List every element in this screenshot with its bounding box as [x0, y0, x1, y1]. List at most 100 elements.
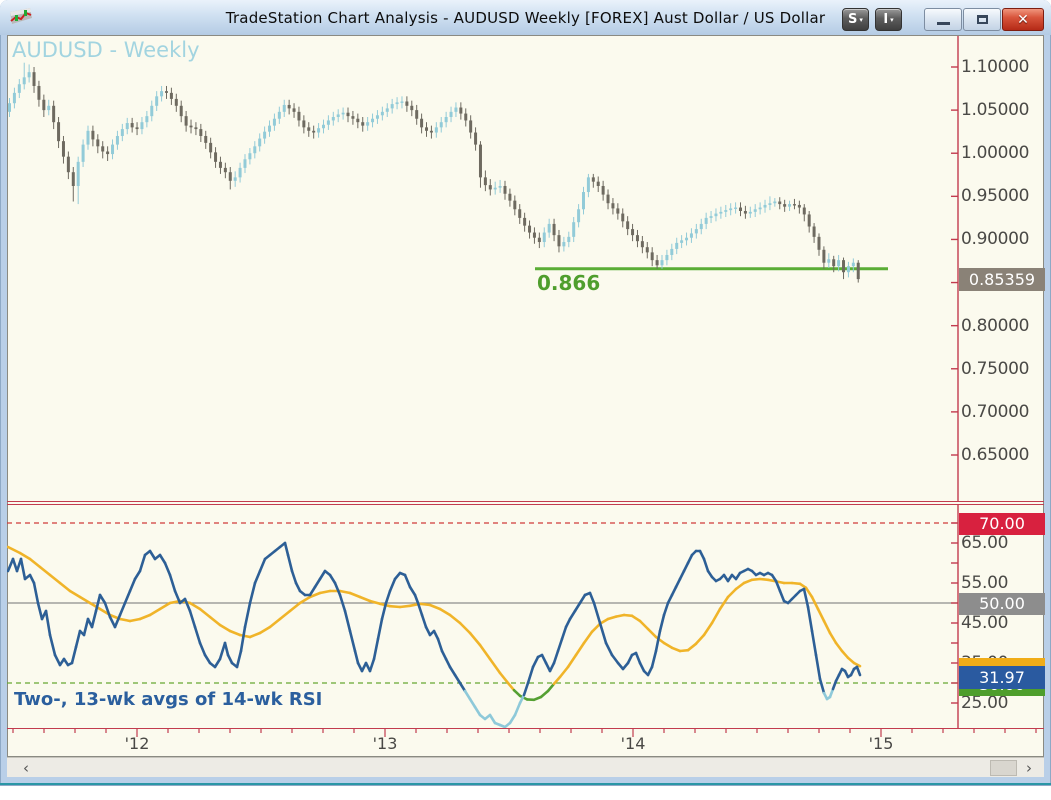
- rsi-line: [215, 659, 220, 667]
- candle-body: [106, 151, 109, 154]
- candle-body: [646, 247, 649, 252]
- candle-body: [734, 208, 737, 209]
- candle-body: [680, 240, 683, 243]
- rsi-line: [345, 611, 350, 631]
- rsi-line: [315, 579, 320, 587]
- status-line-button[interactable]: S ▾: [842, 8, 869, 31]
- candle-body: [504, 186, 507, 194]
- tradestation-window: TradeStation Chart Analysis - AUDUSD Wee…: [0, 0, 1051, 786]
- rsi-line: [664, 643, 672, 648]
- candle-body: [302, 120, 305, 127]
- rsi-line: [460, 683, 465, 691]
- rsi-line: [668, 595, 672, 603]
- rsi-line: [130, 619, 140, 621]
- close-button[interactable]: ✕: [1002, 8, 1044, 31]
- candle-body: [793, 204, 796, 205]
- rsi-line: [165, 563, 170, 575]
- rsi-line: [632, 616, 640, 621]
- candle-body: [660, 260, 663, 265]
- rsi-line: [470, 633, 480, 645]
- rsi-line: [541, 691, 548, 697]
- price-tick-label: 0.70000: [961, 402, 1041, 422]
- maximize-button[interactable]: [963, 8, 1001, 31]
- rsi-50-level-badge: 50.00: [959, 593, 1045, 615]
- candle-body: [219, 162, 222, 168]
- title-bar[interactable]: TradeStation Chart Analysis - AUDUSD Wee…: [0, 0, 1051, 35]
- indicator-button[interactable]: I ▾: [875, 8, 902, 31]
- rsi-line: [300, 597, 310, 603]
- candle-body: [842, 260, 845, 272]
- rsi-line: [38, 603, 42, 619]
- candle-body: [155, 96, 158, 105]
- close-icon: ✕: [1017, 12, 1029, 28]
- candle-body: [116, 136, 119, 145]
- candle-body: [293, 108, 296, 111]
- rsi-line: [550, 663, 554, 671]
- chart-plot[interactable]: [7, 35, 1044, 757]
- candle-body: [307, 127, 310, 130]
- price-tick-label: 1.00000: [961, 143, 1041, 163]
- rsi-line: [806, 588, 812, 597]
- rsi-line: [370, 659, 374, 671]
- candle-body: [332, 117, 335, 120]
- rsi-line: [818, 609, 824, 621]
- rsi-line: [270, 619, 280, 627]
- rsi-line: [190, 611, 195, 627]
- candle-body: [33, 72, 36, 86]
- support-line-label: 0.866: [537, 271, 600, 295]
- candle-body: [170, 93, 173, 99]
- candle-body: [567, 237, 570, 242]
- candle-body: [857, 263, 860, 279]
- candle-body: [440, 122, 443, 127]
- candle-body: [405, 101, 408, 105]
- candle-body: [808, 214, 811, 226]
- rsi-line: [130, 579, 135, 591]
- rsi-line: [510, 715, 515, 723]
- rsi-tick-label: 45.00: [961, 613, 1041, 633]
- year-label: '14: [603, 734, 663, 753]
- rsi-line: [660, 615, 664, 631]
- candle-body: [239, 168, 242, 177]
- rsi-panel-title: Two-, 13-wk avgs of 14-wk RSI: [14, 689, 322, 710]
- candle-body: [822, 250, 825, 263]
- rsi-line: [480, 645, 490, 659]
- scroll-right-arrow-icon[interactable]: ›: [1018, 758, 1040, 778]
- candle-body: [175, 99, 178, 106]
- candle-body: [587, 177, 590, 192]
- rsi-line: [830, 633, 836, 643]
- rsi-line: [355, 651, 358, 663]
- price-tick-label: 1.10000: [961, 57, 1041, 77]
- horizontal-scrollbar[interactable]: ‹ ›: [7, 757, 1044, 777]
- scroll-left-arrow-icon[interactable]: ‹: [15, 758, 37, 778]
- rsi-line: [46, 611, 50, 635]
- candle-body: [847, 266, 850, 272]
- rsi-line: [386, 591, 390, 603]
- rsi-line: [260, 627, 270, 633]
- rsi-line: [150, 551, 155, 559]
- candle-body: [96, 139, 99, 146]
- candle-body: [435, 127, 438, 132]
- rsi-line: [575, 603, 580, 611]
- rsi-line: [228, 655, 232, 663]
- candle-body: [543, 233, 546, 242]
- candle-body: [592, 177, 595, 181]
- time-axis-line: [7, 728, 1044, 729]
- rsi-line: [684, 563, 688, 571]
- rsi-line: [584, 632, 592, 643]
- candle-body: [160, 91, 163, 96]
- candle-body: [297, 112, 300, 121]
- candle-body: [234, 177, 237, 180]
- rsi-tick-label: 65.00: [961, 533, 1041, 553]
- scrollbar-thumb[interactable]: [990, 760, 1017, 776]
- candle-body: [533, 233, 536, 238]
- minimize-button[interactable]: [924, 8, 962, 31]
- rsi-line: [255, 571, 260, 583]
- rsi-line: [812, 631, 816, 655]
- rsi-line: [570, 611, 575, 619]
- price-tick-label: 0.95000: [961, 186, 1041, 206]
- candle-body: [121, 129, 124, 136]
- rsi-line: [250, 583, 255, 603]
- last-price-badge: 0.85359: [959, 268, 1045, 291]
- candle-body: [82, 145, 85, 162]
- candle-body: [91, 131, 94, 140]
